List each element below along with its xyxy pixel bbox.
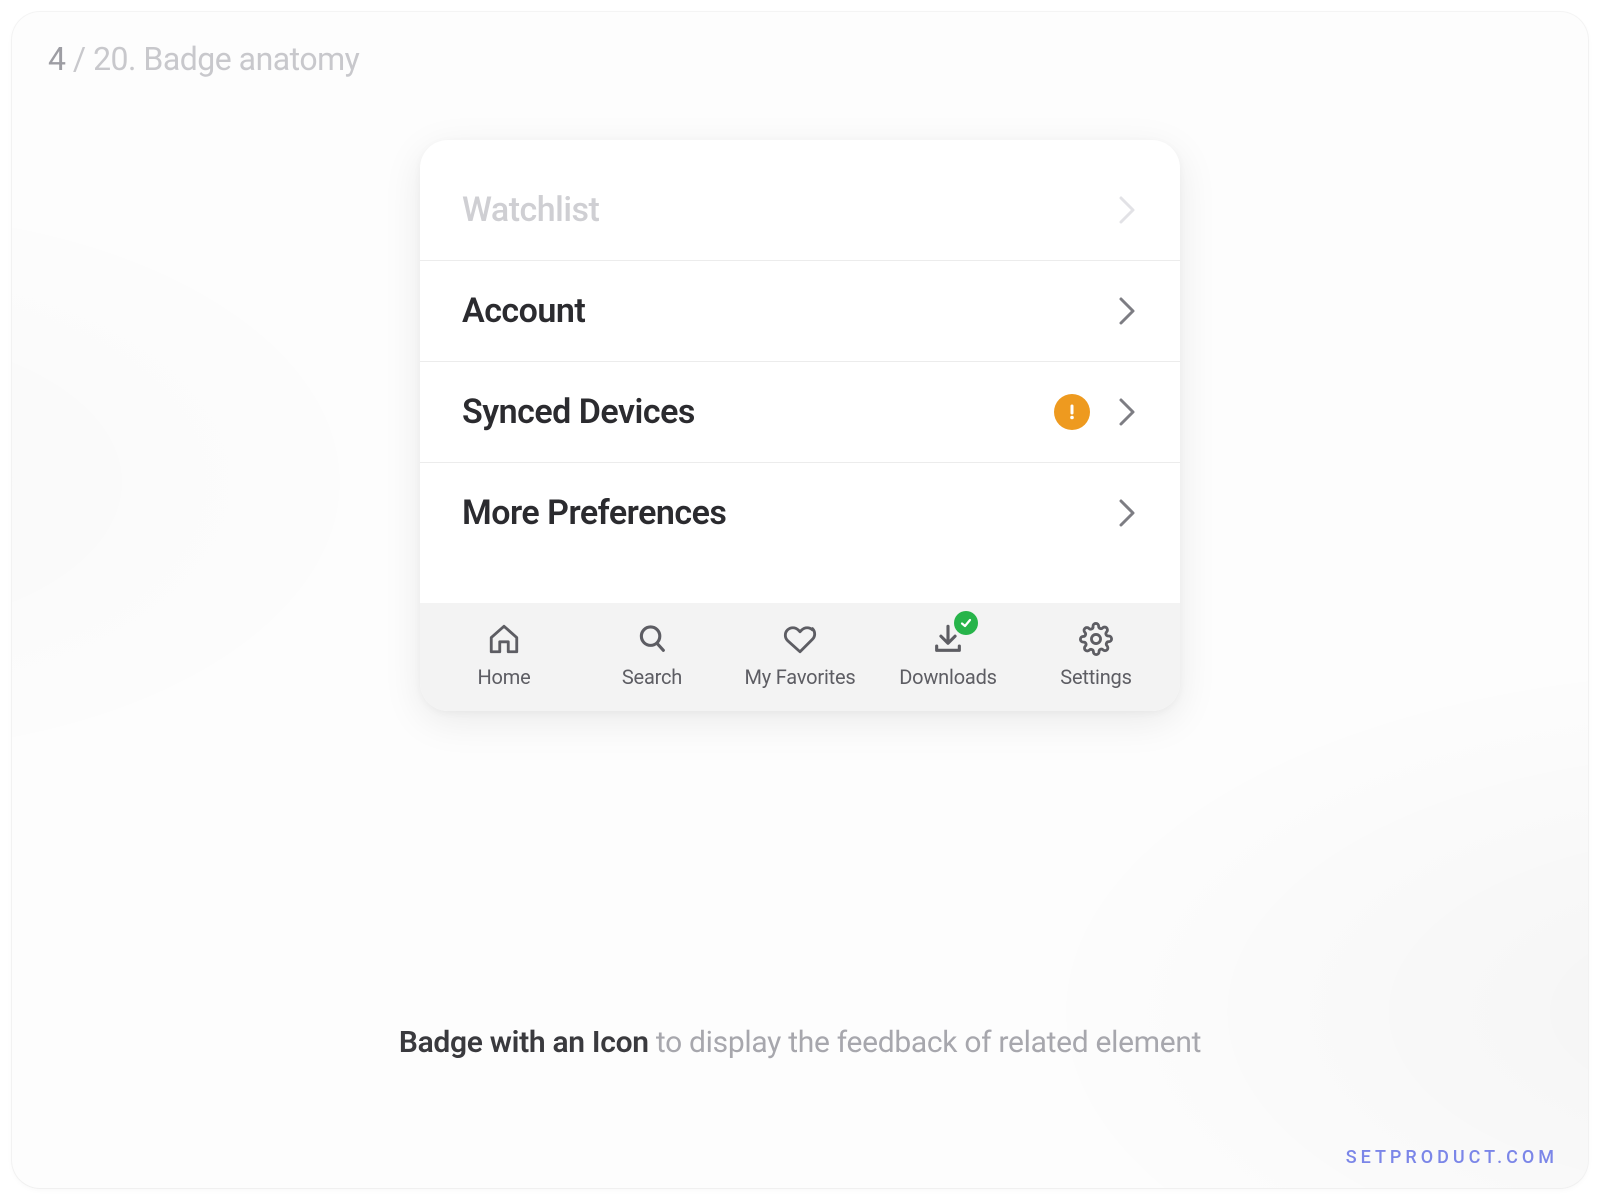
list-item-synced-devices[interactable]: Synced Devices (420, 362, 1180, 463)
tab-label: Home (477, 665, 530, 689)
list-item-account[interactable]: Account (420, 261, 1180, 362)
download-icon (930, 621, 966, 657)
caption-rest: to display the feedback of related eleme… (649, 1025, 1201, 1060)
list-item-label: Account (462, 291, 1116, 331)
breadcrumb-total: 20. Badge anatomy (93, 40, 359, 78)
chevron-right-icon (1116, 496, 1138, 530)
heart-icon (782, 621, 818, 657)
slide-caption: Badge with an Icon to display the feedba… (12, 1025, 1588, 1060)
tab-favorites[interactable]: My Favorites (728, 621, 872, 689)
list-item-label: More Preferences (462, 493, 1116, 533)
check-badge (954, 611, 978, 635)
tab-search[interactable]: Search (580, 621, 724, 689)
search-icon (634, 621, 670, 657)
settings-list: Watchlist Account Synced Devices (420, 140, 1180, 603)
list-item-label: Synced Devices (462, 392, 1054, 432)
tab-settings[interactable]: Settings (1024, 621, 1168, 689)
chevron-right-icon (1116, 395, 1138, 429)
list-item-more-preferences[interactable]: More Preferences (420, 463, 1180, 563)
tab-bar: Home Search My Favorites (420, 603, 1180, 711)
list-item-label: Watchlist (462, 190, 1116, 230)
breadcrumb-sep: / (65, 40, 93, 78)
alert-badge (1054, 394, 1090, 430)
tab-label: Settings (1060, 665, 1131, 689)
slide-canvas: 4 / 20. Badge anatomy Watchlist Account … (12, 12, 1588, 1188)
tab-label: My Favorites (745, 665, 856, 689)
home-icon (486, 621, 522, 657)
breadcrumb-current: 4 (48, 40, 65, 78)
tab-label: Downloads (899, 665, 997, 689)
chevron-right-icon (1116, 193, 1138, 227)
chevron-right-icon (1116, 294, 1138, 328)
watermark: SETPRODUCT.COM (1346, 1147, 1558, 1168)
tab-downloads[interactable]: Downloads (876, 621, 1020, 689)
gear-icon (1078, 621, 1114, 657)
breadcrumb: 4 / 20. Badge anatomy (48, 40, 359, 78)
tab-label: Search (622, 665, 682, 689)
tab-home[interactable]: Home (432, 621, 576, 689)
caption-strong: Badge with an Icon (399, 1025, 649, 1060)
device-mock: Watchlist Account Synced Devices (420, 140, 1180, 711)
list-item-watchlist[interactable]: Watchlist (420, 160, 1180, 261)
